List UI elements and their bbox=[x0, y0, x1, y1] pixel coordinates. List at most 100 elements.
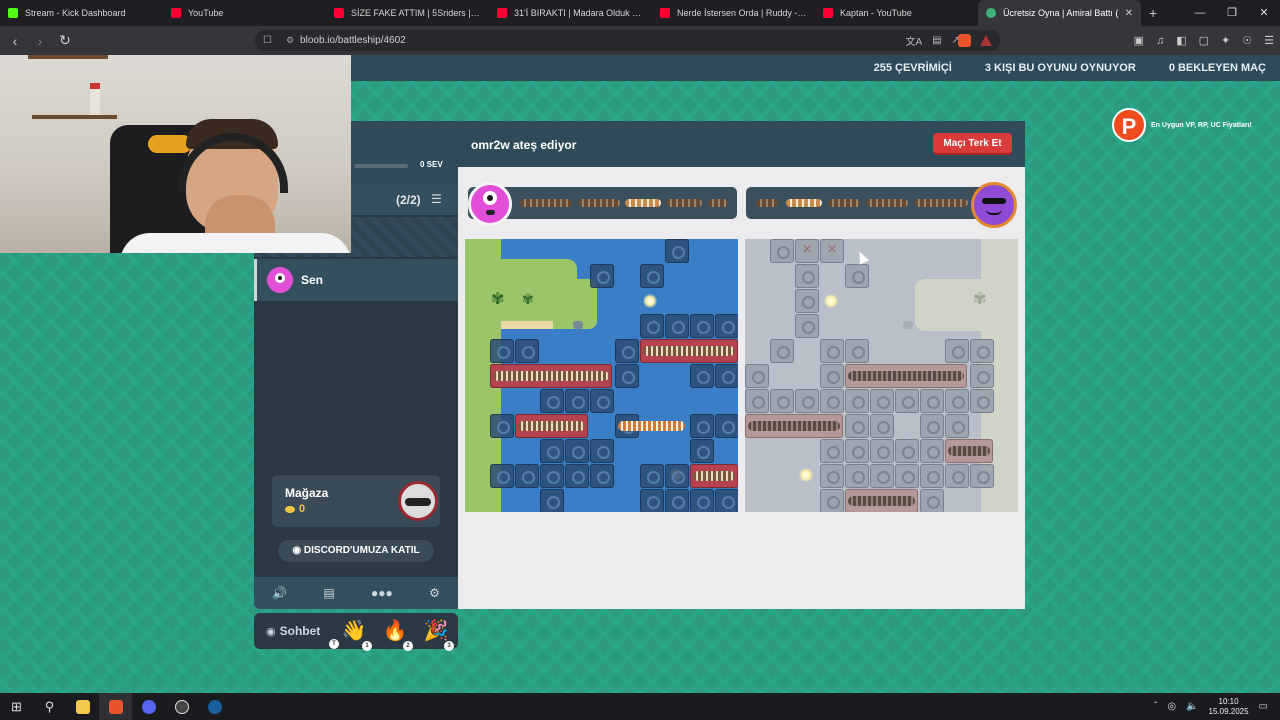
ship-hull bbox=[848, 496, 915, 506]
youtube-icon bbox=[171, 8, 181, 18]
settings-icon[interactable]: ⚙ bbox=[429, 586, 440, 600]
avatar-mouth bbox=[486, 210, 495, 215]
fleet-ship bbox=[866, 199, 908, 207]
grid-cell bbox=[970, 389, 994, 413]
site-settings-icon[interactable]: ⚙ bbox=[286, 35, 294, 46]
store-card[interactable]: Mağaza 0 bbox=[272, 475, 440, 527]
tab-youtube-video-3[interactable]: Nerde İstersen Orda | Ruddy - YouTu bbox=[652, 0, 815, 26]
fleet-ship bbox=[666, 199, 702, 207]
start-icon[interactable]: ⊞ bbox=[0, 693, 33, 720]
file-explorer-icon[interactable] bbox=[66, 693, 99, 720]
microphone-icon[interactable]: ◎ bbox=[1167, 701, 1176, 712]
brave-icon[interactable] bbox=[99, 693, 132, 720]
back-icon[interactable]: ‹ bbox=[5, 33, 25, 49]
restore-button[interactable]: ❐ bbox=[1216, 0, 1248, 26]
streamer-shirt bbox=[120, 233, 351, 253]
discord-button[interactable]: ◉ DISCORD'UMUZA KATIL bbox=[278, 540, 434, 562]
player-row-me[interactable]: Sen bbox=[254, 259, 458, 301]
speaker-icon[interactable]: 🔈 bbox=[1186, 701, 1198, 712]
page-background: 255 ÇEVRİMİÇİ 3 KIŞI BU OYUNU OYNUYOR 0 … bbox=[0, 55, 1280, 693]
bookmark-icon[interactable]: ☐ bbox=[263, 35, 272, 46]
sunk-ship bbox=[745, 414, 843, 438]
miss-splash bbox=[643, 294, 657, 308]
chevron-up-icon[interactable]: ˆ bbox=[1154, 701, 1157, 712]
wallet-icon[interactable]: ▢ bbox=[1199, 34, 1209, 47]
tab-title: 31'İ BIRAKTI | Madara Olduk #568 - Y bbox=[514, 8, 644, 18]
ship-hull bbox=[748, 421, 840, 431]
minimize-button[interactable]: — bbox=[1184, 0, 1216, 26]
party-emoji-button[interactable]: 🎉 3 bbox=[422, 617, 454, 651]
miss-splash bbox=[824, 294, 838, 308]
my-avatar bbox=[468, 182, 512, 226]
reader-icon[interactable]: ▤ bbox=[932, 35, 941, 46]
search-icon[interactable]: ⚲ bbox=[33, 693, 66, 720]
fleet-ship bbox=[578, 199, 620, 207]
promo-banner[interactable]: P En Uygun VP, RP, UC Fiyatları! bbox=[1112, 108, 1252, 142]
waiting-count: 0 BEKLEYEN MAÇ bbox=[1168, 62, 1266, 74]
rules-icon[interactable]: ▤ bbox=[323, 586, 334, 600]
translate-icon[interactable]: 文A bbox=[905, 33, 922, 48]
close-window-button[interactable]: ✕ bbox=[1248, 0, 1280, 26]
tab-bloob-battleship[interactable]: Ücretsiz Oyna | Amiral Battı ( ✕ bbox=[978, 0, 1141, 26]
grid-cell bbox=[770, 239, 794, 263]
window-controls: — ❐ ✕ bbox=[1184, 0, 1280, 26]
rock bbox=[573, 321, 583, 329]
friends-icon[interactable]: ●●● bbox=[371, 586, 393, 600]
grid-cell bbox=[920, 414, 944, 438]
ship-4 bbox=[640, 339, 738, 363]
brave-rewards-icon[interactable] bbox=[980, 35, 992, 46]
grid-cell bbox=[770, 339, 794, 363]
tab-youtube[interactable]: YouTube bbox=[163, 0, 326, 26]
tab-search-icon[interactable]: ▣ bbox=[1134, 34, 1144, 47]
close-tab-icon[interactable]: ✕ bbox=[1125, 8, 1133, 19]
filter-icon[interactable]: ☰ bbox=[431, 192, 442, 206]
brave-shields-icon[interactable] bbox=[958, 34, 971, 47]
grid-cell bbox=[745, 364, 769, 388]
grid-cell bbox=[820, 389, 844, 413]
fleet-ship bbox=[786, 199, 822, 207]
opponent-board[interactable]: ✾ bbox=[745, 239, 1018, 512]
vpn-icon[interactable]: ☉ bbox=[1242, 34, 1252, 47]
steam-icon[interactable] bbox=[198, 693, 231, 720]
chat-icon: ◉ bbox=[266, 625, 276, 638]
kick-icon bbox=[8, 8, 18, 18]
tab-youtube-kaptan[interactable]: Kaptan - YouTube bbox=[815, 0, 978, 26]
reload-icon[interactable]: ↻ bbox=[55, 32, 75, 49]
players-count: (2/2) bbox=[396, 193, 421, 207]
promo-logo: P bbox=[1112, 108, 1146, 142]
leave-match-button[interactable]: Maçı Terk Et bbox=[933, 133, 1012, 155]
sound-icon[interactable]: 🔊 bbox=[272, 586, 287, 600]
obs-icon[interactable] bbox=[165, 693, 198, 720]
url-text[interactable]: bloob.io/battleship/4602 bbox=[300, 35, 406, 46]
sunk-ship bbox=[845, 364, 967, 388]
tab-title: Kaptan - YouTube bbox=[840, 8, 912, 18]
discord-icon[interactable] bbox=[132, 693, 165, 720]
grid-cell bbox=[845, 439, 869, 463]
menu-icon[interactable]: ☰ bbox=[1264, 34, 1274, 47]
wave-emoji-button[interactable]: 👋 1 bbox=[340, 617, 372, 651]
rock bbox=[903, 321, 913, 329]
notifications-icon[interactable]: ▭ bbox=[1259, 701, 1268, 712]
grid-cell bbox=[870, 389, 894, 413]
clock[interactable]: 10:10 15.09.2025 bbox=[1209, 697, 1249, 717]
tab-youtube-video-2[interactable]: 31'İ BIRAKTI | Madara Olduk #568 - Y bbox=[489, 0, 652, 26]
leo-icon[interactable]: ✦ bbox=[1221, 34, 1230, 47]
grid-cell bbox=[715, 489, 738, 512]
webcam-overlay bbox=[0, 55, 351, 253]
turn-status: omr2w ateş ediyor bbox=[471, 138, 577, 152]
browser-toolbar: ‹ › ↻ ☐ ⚙ bloob.io/battleship/4602 文A ▤ … bbox=[0, 26, 1280, 55]
ship-5 bbox=[490, 364, 612, 388]
address-bar[interactable]: ☐ ⚙ bloob.io/battleship/4602 文A ▤ ↗ bbox=[255, 30, 1000, 51]
media-icon[interactable]: ♫ bbox=[1156, 35, 1164, 47]
grid-cell bbox=[845, 264, 869, 288]
tab-kick-dashboard[interactable]: Stream - Kick Dashboard bbox=[0, 0, 163, 26]
grid-cell bbox=[820, 364, 844, 388]
grid-cell bbox=[565, 464, 589, 488]
forward-icon[interactable]: › bbox=[30, 33, 50, 49]
fire-emoji-button[interactable]: 🔥 2 bbox=[381, 617, 413, 651]
tab-youtube-video-1[interactable]: SİZE FAKE ATTIM | 5Sriders | Motosik bbox=[326, 0, 489, 26]
chat-button[interactable]: Sohbet bbox=[280, 624, 321, 638]
sidebar-icon[interactable]: ◧ bbox=[1176, 34, 1186, 47]
new-tab-button[interactable]: + bbox=[1149, 5, 1157, 21]
grid-cell bbox=[920, 489, 944, 512]
